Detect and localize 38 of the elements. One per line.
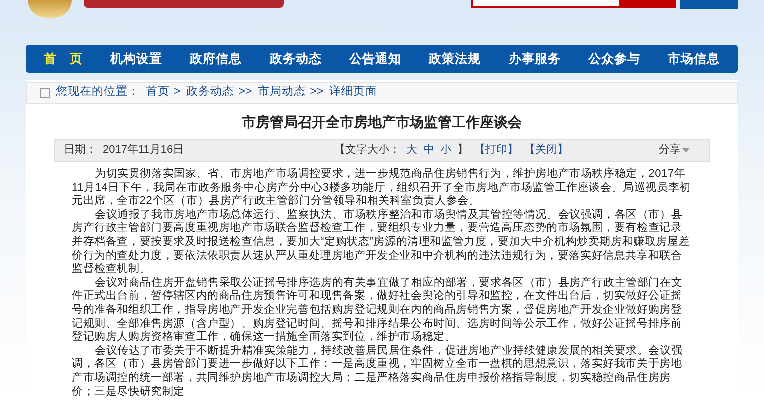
nav-tab[interactable]: 首 页 [44,50,83,68]
article-paragraph: 会议对商品住房开盘销售采取公证摇号排序选房的有关事宜做了相应的部署，要求各区（市）县房产行政主管部门在文件正式出台前，暂停辖区内的商品住房预售许可和现售备案，做好社会舆论的引导和监控，在文件出台后，切实做好公证摇号的准备和组织工作，指导房地产开发企业完善包括购房登记规则在内的商品房销售方案，督促房地产开发企业做好购房登记规则、全部准售房源（含户型）、购房登记时间、摇号和排序结果公布时间、选房时间等公示工作，做好公证摇号排序前登记购房人购房资格审查工作，确保这一措施全面落实到位，维护市场稳定。 [72,276,684,344]
nav-tab[interactable]: 政府信息 [190,50,242,68]
breadcrumb-separator: >> [310,85,324,100]
article-title: 市房管局召开全市房地产市场监管工作座谈会 [242,114,522,133]
article-paragraph: 为切实贯彻落实国家、省、市房地产市场调控要求，进一步规范商品住房销售行为，维护房地产市场秩序稳定，2017年11月14日下午，我局在市政务服务中心房产分中心3楼多功能厅，组织召开了全市房地产市场监管工作座谈会。局巡视员李初元出席，全市22个区（市）县房产行政主管部门分管领导和相关科室负责人参会。 [72,168,692,208]
breadcrumb-link[interactable]: 市局动态 [258,84,306,102]
submit-button[interactable] [680,0,738,9]
action-link[interactable]: 【关闭】 [524,142,569,159]
font-size-link[interactable]: 中 [424,142,435,159]
font-size-link[interactable]: 小 [440,142,452,159]
caret-icon [682,148,690,153]
date-label: 日期： [64,143,97,158]
nav-tab[interactable]: 政务动态 [270,50,322,68]
breadcrumb-current: 详细页面 [330,84,378,100]
nav-tab[interactable]: 公告通知 [349,50,402,68]
nav-tab[interactable]: 政策法规 [429,50,482,68]
font-size-link[interactable]: 大 [406,142,418,159]
breadcrumb-link[interactable]: 政务动态 [186,84,235,102]
article-paragraph: 会议传达了市委关于不断提升精准实策能力，持续改善居民居住条件，促进房地产业持续健康发展的相关要求。会议强调，各区（市）县房管部门要进一步做好以下工作：一是高度重视，牢固树立全市一盘棋的思想意识，落实好我市关于房地产市场调控的统一部署，共同维护房地产市场调控大局；二是严格落实商品住房申报价格指导制度，切实稳控商品住房房价；三是尽快研究制定 [72,344,684,400]
emblem-icon [28,0,72,18]
action-link[interactable]: 【打印】 [474,142,519,159]
search-button[interactable] [621,0,676,8]
article-paragraph: 会议通报了我市房地产市场总体运行、监察执法、市场秩序整治和市场舆情及其管控等情况。会议强调，各区（市）县房产行政主管部门要高度重视房地产市场联合监督检查工作，要组织专业力量，要营造高压态势的市场氛围，要有检查记录并存档备查，要按要求及时报送检查信息，要加大“定购状态”房源的清理和监管力度，要加大中介机构炒卖期房和赚取房屋差价行为的查处力度，要依法依职责从速从严从重处理房地产开发企业和中介机构的违法违规行为，要落实好信息共享和联合监督检查机制。 [72,208,692,276]
breadcrumb-link[interactable]: 首页 [146,84,170,102]
breadcrumb-icon [40,88,50,98]
nav-tab[interactable]: 市场信息 [668,50,720,68]
search-field[interactable] [471,0,621,8]
breadcrumb-label: 您现在的位置： [56,84,140,100]
nav-tab[interactable]: 机构设置 [110,50,162,68]
share-button[interactable]: 分享 [659,142,690,159]
breadcrumb-separator: >> [238,85,252,100]
font-size-label: 【文字大小： [334,142,401,158]
breadcrumb-separator: > [174,85,181,100]
nav-tab[interactable]: 公众参与 [588,50,640,68]
date-value: 2017年11月16日 [103,143,184,158]
nav-tab[interactable]: 办事服务 [508,50,561,68]
bracket-text: 】 [458,142,469,158]
